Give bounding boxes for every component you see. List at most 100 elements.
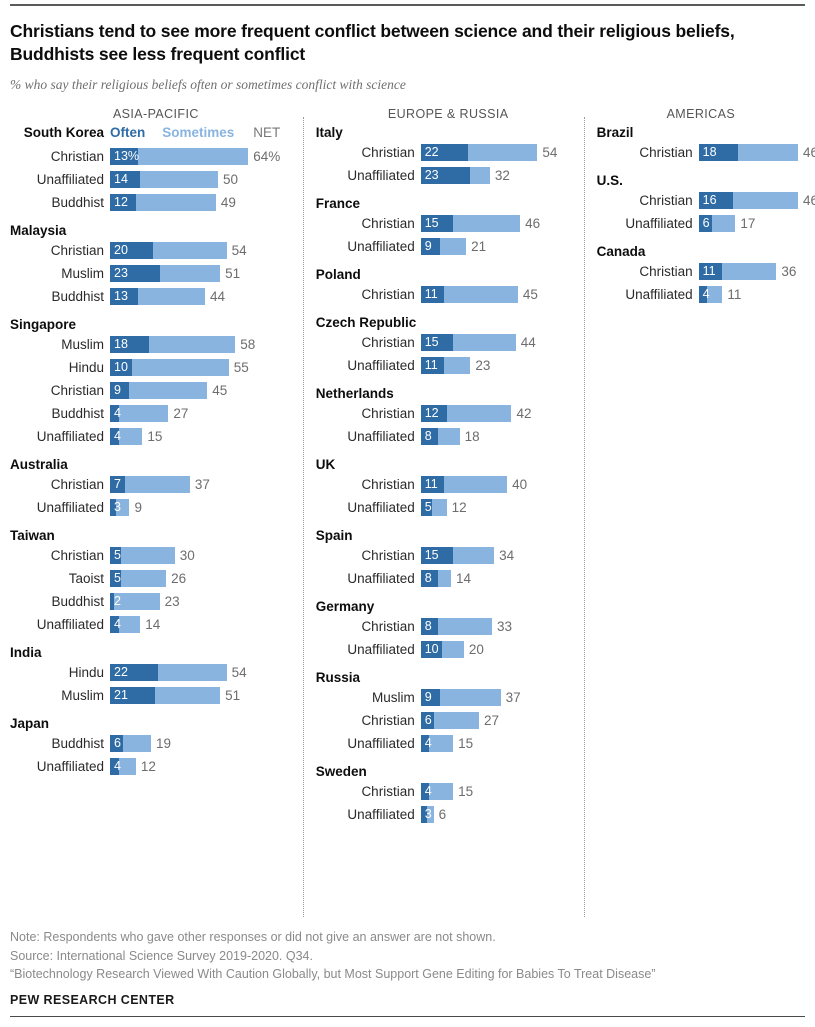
bar-row[interactable]: Christian 4 15 (316, 780, 581, 803)
religious-group-label: Christian (50, 383, 104, 399)
often-value-label: 5 (114, 571, 121, 586)
legend-net-label: NET (253, 125, 281, 141)
stacked-bar: 4 12 (110, 758, 302, 776)
bar-row[interactable]: Unaffiliated 6 17 (597, 212, 805, 235)
religious-group-label: Christian (361, 619, 415, 635)
stacked-bar: 13 44 (110, 288, 302, 306)
bar-row[interactable]: Christian 22 54 (316, 141, 581, 164)
bar-row[interactable]: Muslim 9 37 (316, 686, 581, 709)
bar-segment-sometimes (120, 570, 167, 588)
religious-group-label: Unaffiliated (36, 429, 104, 445)
country-heading: Canada (596, 244, 646, 260)
bar-row[interactable]: Christian 15 44 (316, 331, 581, 354)
often-value-label: 23 (424, 168, 439, 183)
bar-row[interactable]: Unaffiliated 11 23 (316, 354, 581, 377)
religious-group-label: Christian (50, 477, 104, 493)
net-value-label: 23 (164, 594, 180, 610)
bar-row[interactable]: Unaffiliated 14 50 (10, 168, 302, 191)
religious-group-label: Unaffiliated (625, 216, 693, 232)
bar-row[interactable]: Christian 18 46 (597, 141, 815, 164)
bar-row[interactable]: Unaffiliated 3 9 (10, 496, 302, 519)
bar-row[interactable]: Christian 12 42 (316, 402, 581, 425)
net-value-label: 12 (140, 759, 156, 775)
bar-segment-sometimes (431, 499, 447, 517)
bar-row[interactable]: Taoist 5 26 (10, 567, 302, 590)
stacked-bar: 21 51 (110, 687, 302, 705)
often-value-label: 11 (424, 287, 438, 302)
bar-row[interactable]: Christian 13% 64% (10, 145, 302, 168)
stacked-bar: 9 37 (420, 689, 581, 707)
bar-row[interactable]: Unaffiliated 8 18 (316, 425, 581, 448)
bar-row[interactable]: Christian 11 45 (316, 283, 581, 306)
often-value-label: 23 (114, 266, 128, 281)
net-value-label: 27 (173, 406, 189, 422)
bar-row[interactable]: Unaffiliated 4 12 (10, 755, 302, 778)
bar-row[interactable]: Unaffiliated 4 15 (316, 732, 581, 755)
stacked-bar: 18 46 (698, 144, 815, 162)
religious-group-label: Muslim (371, 690, 415, 706)
stacked-bar: 16 46 (698, 192, 815, 210)
bar-row[interactable]: Christian 16 46 (597, 189, 815, 212)
often-value-label: 4 (702, 287, 710, 302)
bar-segment-sometimes (140, 171, 218, 189)
bar-segment-sometimes (120, 547, 175, 565)
bar-row[interactable]: Christian 6 27 (316, 709, 581, 732)
bar-segment-sometimes (444, 286, 518, 304)
legend-often-label: Often (110, 125, 146, 141)
bar-row[interactable]: Christian 8 33 (316, 615, 581, 638)
bar-row[interactable]: Unaffiliated 4 15 (10, 425, 302, 448)
often-value-label: 4 (424, 736, 432, 751)
stacked-bar: 4 14 (110, 616, 302, 634)
stacked-bar: 12 49 (110, 194, 302, 212)
bar-row[interactable]: Christian 5 30 (10, 544, 302, 567)
bar-row[interactable]: Christian 20 54 (10, 239, 302, 262)
stacked-bar: 6 27 (420, 712, 581, 730)
religious-group-label: Muslim (61, 337, 104, 353)
bar-row[interactable]: Unaffiliated 3 6 (316, 803, 581, 826)
bar-row[interactable]: Muslim 23 51 (10, 262, 302, 285)
bar-row[interactable]: Christian 9 45 (10, 379, 302, 402)
country-heading: UK (315, 457, 336, 473)
religious-group-label: Unaffiliated (347, 736, 415, 752)
bar-row[interactable]: Unaffiliated 9 21 (316, 235, 581, 258)
bar-segment-sometimes (711, 215, 736, 233)
bar-segment-sometimes (453, 547, 495, 565)
bar-segment-sometimes (157, 664, 227, 682)
bar-row[interactable]: Buddhist 6 19 (10, 732, 302, 755)
often-value-label: 9 (424, 239, 432, 254)
bar-row[interactable]: Christian 7 37 (10, 473, 302, 496)
country-heading: Spain (315, 528, 353, 544)
country-heading: India (10, 645, 42, 661)
bar-row[interactable]: Christian 15 46 (316, 212, 581, 235)
bar-row[interactable]: Buddhist 12 49 (10, 191, 302, 214)
net-value-label: 37 (194, 477, 210, 493)
bar-row[interactable]: Christian 15 34 (316, 544, 581, 567)
religious-group-label: Christian (361, 548, 415, 564)
bar-row[interactable]: Christian 11 36 (597, 260, 805, 283)
religious-group-label: Buddhist (51, 195, 104, 211)
bar-row[interactable]: Hindu 10 55 (10, 356, 302, 379)
bar-row[interactable]: Muslim 18 58 (10, 333, 302, 356)
bar-row[interactable]: Buddhist 13 44 (10, 285, 302, 308)
net-value-label: 15 (458, 784, 474, 800)
bar-row[interactable]: Unaffiliated 4 14 (10, 613, 302, 636)
bar-row[interactable]: Hindu 22 54 (10, 661, 302, 684)
bar-row[interactable]: Unaffiliated 4 11 (597, 283, 805, 306)
bar-row[interactable]: Unaffiliated 5 12 (316, 496, 581, 519)
bar-row[interactable]: Buddhist 4 27 (10, 402, 302, 425)
bar-row[interactable]: Christian 11 40 (316, 473, 581, 496)
religious-group-label: Christian (50, 243, 104, 259)
bar-row[interactable]: Unaffiliated 23 32 (316, 164, 581, 187)
bar-row[interactable]: Unaffiliated 8 14 (316, 567, 581, 590)
country-heading: Japan (10, 716, 50, 732)
bar-row[interactable]: Muslim 21 51 (10, 684, 302, 707)
stacked-bar: 12 42 (420, 405, 581, 423)
bar-row[interactable]: Buddhist 2 23 (10, 590, 302, 613)
often-value-label: 15 (424, 548, 439, 563)
religious-group-label: Unaffiliated (36, 500, 104, 516)
net-value-label: 11 (727, 287, 742, 303)
bar-row[interactable]: Unaffiliated 10 20 (316, 638, 581, 661)
stacked-bar: 4 15 (110, 428, 302, 446)
bar-segment-sometimes (440, 689, 501, 707)
chart-subtitle: % who say their religious beliefs often … (10, 77, 406, 93)
